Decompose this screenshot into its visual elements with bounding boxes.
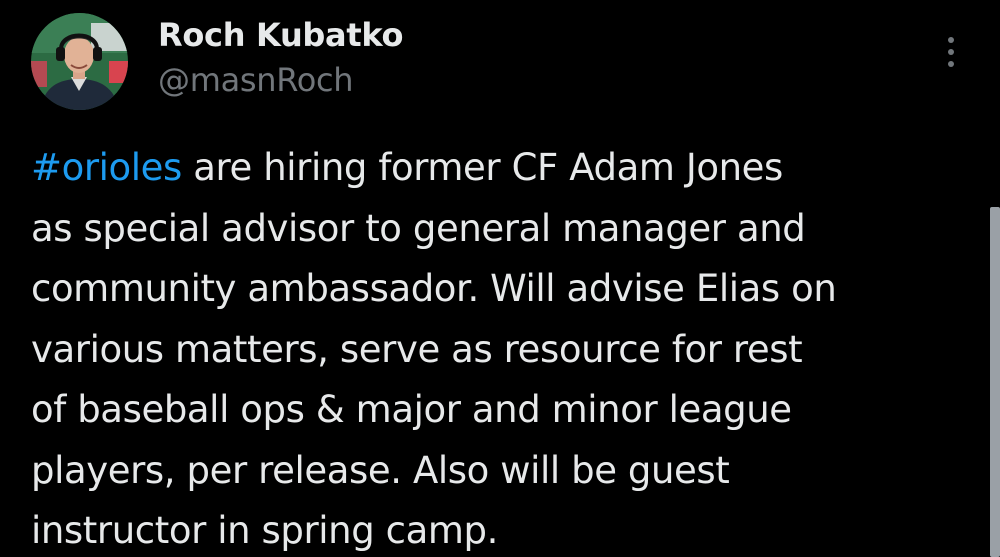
tweet-line: community ambassador. Will advise Elias … (31, 267, 837, 310)
tweet-line: various matters, serve as resource for r… (31, 327, 803, 371)
tweet-line: of baseball ops & major and minor league (31, 388, 792, 431)
tweet-text: #orioles are hiring former CF Adam Jones… (31, 138, 981, 557)
more-vertical-icon-dot (948, 49, 954, 55)
author-avatar[interactable] (31, 13, 128, 110)
tweet-line: #orioles are hiring former CF Adam Jones (31, 138, 981, 199)
avatar-photo (31, 13, 128, 110)
tweet-line: players, per release. Also will be guest (31, 448, 730, 492)
author-display-name[interactable]: Roch Kubatko (158, 15, 403, 55)
scrollbar-thumb[interactable] (990, 207, 1000, 557)
author-handle[interactable]: @masnRoch (158, 60, 354, 100)
tweet-line: as special advisor to general manager an… (31, 206, 806, 250)
more-options-button[interactable] (936, 32, 966, 72)
more-vertical-icon (948, 37, 954, 43)
tweet-line: instructor in spring camp. (31, 509, 498, 552)
hashtag-link[interactable]: #orioles (31, 146, 182, 189)
more-vertical-icon-dot (948, 61, 954, 67)
tweet-line-text: are hiring former CF Adam Jones (181, 146, 783, 189)
